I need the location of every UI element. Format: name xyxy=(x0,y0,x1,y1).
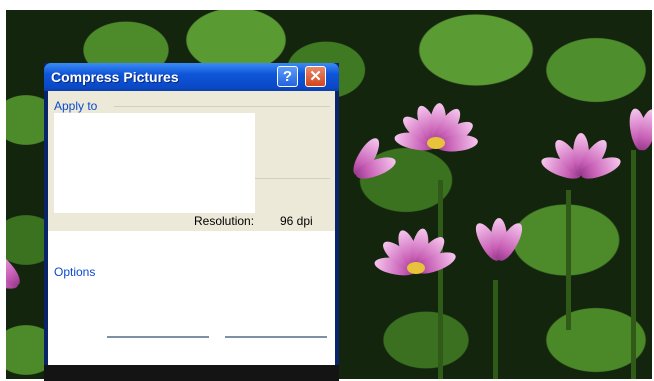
change-resolution-group-rule xyxy=(255,178,330,179)
resolution-value: 96 dpi xyxy=(280,214,313,228)
resolution-label: Resolution: xyxy=(194,214,255,228)
lily-stem xyxy=(631,150,636,379)
help-button[interactable]: ? xyxy=(277,66,298,87)
apply-to-group-rule xyxy=(114,106,330,107)
compress-pictures-dialog: Compress Pictures ? ✕ Apply to Resolutio… xyxy=(44,63,339,381)
apply-to-options-panel[interactable] xyxy=(54,113,255,213)
help-icon: ? xyxy=(282,68,293,85)
options-panel xyxy=(48,231,335,365)
dialog-titlebar[interactable]: Compress Pictures ? ✕ xyxy=(44,63,339,91)
cancel-button[interactable] xyxy=(225,336,327,338)
lily-stem xyxy=(493,280,498,379)
lily-stem xyxy=(438,180,443,379)
dialog-bottom-edge xyxy=(44,365,339,381)
ok-button[interactable] xyxy=(107,336,209,338)
lily-stem xyxy=(566,190,571,330)
options-label: Options xyxy=(54,265,99,279)
close-button[interactable]: ✕ xyxy=(305,66,326,87)
close-icon: ✕ xyxy=(309,68,322,85)
dialog-client-area: Apply to Resolution: 96 dpi Options xyxy=(48,91,335,365)
dialog-title: Compress Pictures xyxy=(51,69,179,85)
apply-to-label: Apply to xyxy=(54,99,101,113)
